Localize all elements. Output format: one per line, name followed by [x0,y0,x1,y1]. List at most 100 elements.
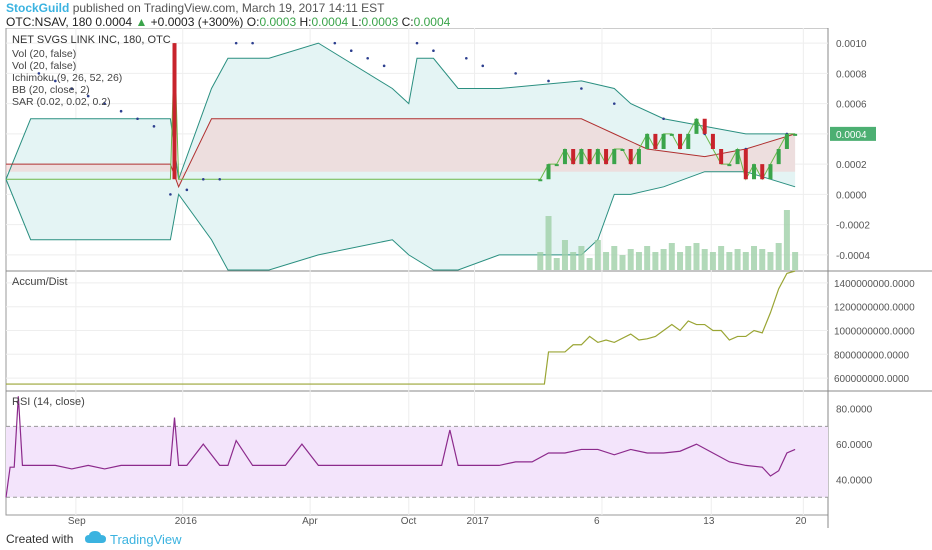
candle [645,133,650,149]
price-tick-label: -0.0004 [836,251,870,262]
low-label: L: [351,15,362,29]
volume-bar [677,252,684,270]
x-tick-label: 2017 [467,516,490,527]
candle [571,149,576,165]
volume-bar [718,246,725,270]
indicator-label: BB (20, close, 2) [12,84,90,96]
candle [784,133,789,149]
volume-bar [553,258,560,270]
volume-bar [742,252,749,270]
price-tick-label: -0.0002 [836,221,870,232]
candle [743,149,748,180]
cloud-icon [85,531,106,543]
candle [678,133,683,149]
rsi-band [6,426,828,498]
candle [686,133,691,149]
high-value: 0.0004 [311,15,349,29]
candle [612,149,617,165]
sar-point [547,79,550,83]
high-label: H: [299,15,312,29]
candle [776,149,781,165]
candle [604,149,609,165]
candle [768,164,773,180]
open-label: O: [246,15,260,29]
candle [636,149,641,165]
sar-point [169,193,172,196]
rsi-title: RSI (14, close) [12,396,85,408]
accdist-tick-label: 1400000000.0000 [834,279,915,290]
volume-bar [726,252,733,270]
candle [538,179,543,182]
candle [653,133,658,149]
sar-point [481,64,485,68]
footer: Created with TradingView [0,528,932,550]
chart-area[interactable]: 0.0010 0.0008 0.0006 0.0004 0.0002 0.0000 -0.0… [0,28,932,528]
change-value: +0.0003 (+300%) [150,15,244,29]
open-value: 0.0003 [259,15,297,29]
volume-bar [668,243,675,270]
sar-point [349,49,353,52]
last-price-label: 0.0004 [836,130,867,141]
candle [587,149,592,165]
price-tick-label: 0.0002 [836,160,867,171]
volume-bar [594,240,601,270]
price-tick-label: 0.0000 [836,190,867,201]
candle [579,149,584,165]
accdist-title: Accum/Dist [12,276,68,288]
candle [752,164,757,180]
x-tick-label: 20 [795,516,807,527]
rsi-tick-label: 40.0000 [836,476,873,487]
created-with-text: Created with [6,532,74,546]
indicator-label: SAR (0.02, 0.02, 0.2) [12,96,111,108]
sar-point [218,177,222,181]
x-tick-label: Sep [68,516,86,527]
x-tick-label: Apr [302,516,318,527]
symbol-label: OTC:NSAV, 180 [6,15,93,29]
volume-bar [783,210,790,270]
volume-bar [652,252,659,270]
sar-point [136,117,139,121]
candle [793,133,798,136]
sar-point [366,56,369,60]
accdist-line [6,270,796,385]
volume-bar [751,246,758,270]
candle [710,133,715,149]
candle [172,43,177,180]
volume-bar [561,240,568,270]
accdist-tick-label: 800000000.0000 [834,350,910,361]
candle [562,149,567,165]
accdist-tick-label: 1000000000.0000 [834,327,915,338]
sar-point [382,64,386,68]
sar-point [333,41,337,45]
volume-bar [545,216,552,270]
candle [735,149,740,165]
volume-bar [619,255,626,270]
volume-bar [603,252,610,270]
candle [669,133,674,136]
candle [694,118,699,134]
volume-bar [570,252,577,270]
volume-bar [767,252,774,270]
x-tick-label: 6 [594,516,600,527]
volume-bar [792,252,799,270]
indicator-label: Vol (20, false) [12,60,76,72]
tradingview-logo[interactable]: TradingView [110,532,182,547]
volume-bar [578,246,585,270]
volume-bar [537,252,544,270]
volume-bar [734,249,741,270]
volume-bar [775,243,782,270]
sar-point [432,49,435,52]
sar-point [234,41,238,45]
volume-bar [701,249,708,270]
candle [620,149,625,151]
sar-point [612,102,616,105]
author-link[interactable]: StockGuild [6,1,69,15]
close-value: 0.0004 [413,15,451,29]
close-label: C: [401,15,414,29]
sar-point [662,117,665,121]
sar-point [185,188,189,192]
price-tick-label: 0.0006 [836,100,867,111]
candle [719,149,724,165]
up-triangle-icon: ▲ [135,15,148,29]
volume-bar [644,246,651,270]
